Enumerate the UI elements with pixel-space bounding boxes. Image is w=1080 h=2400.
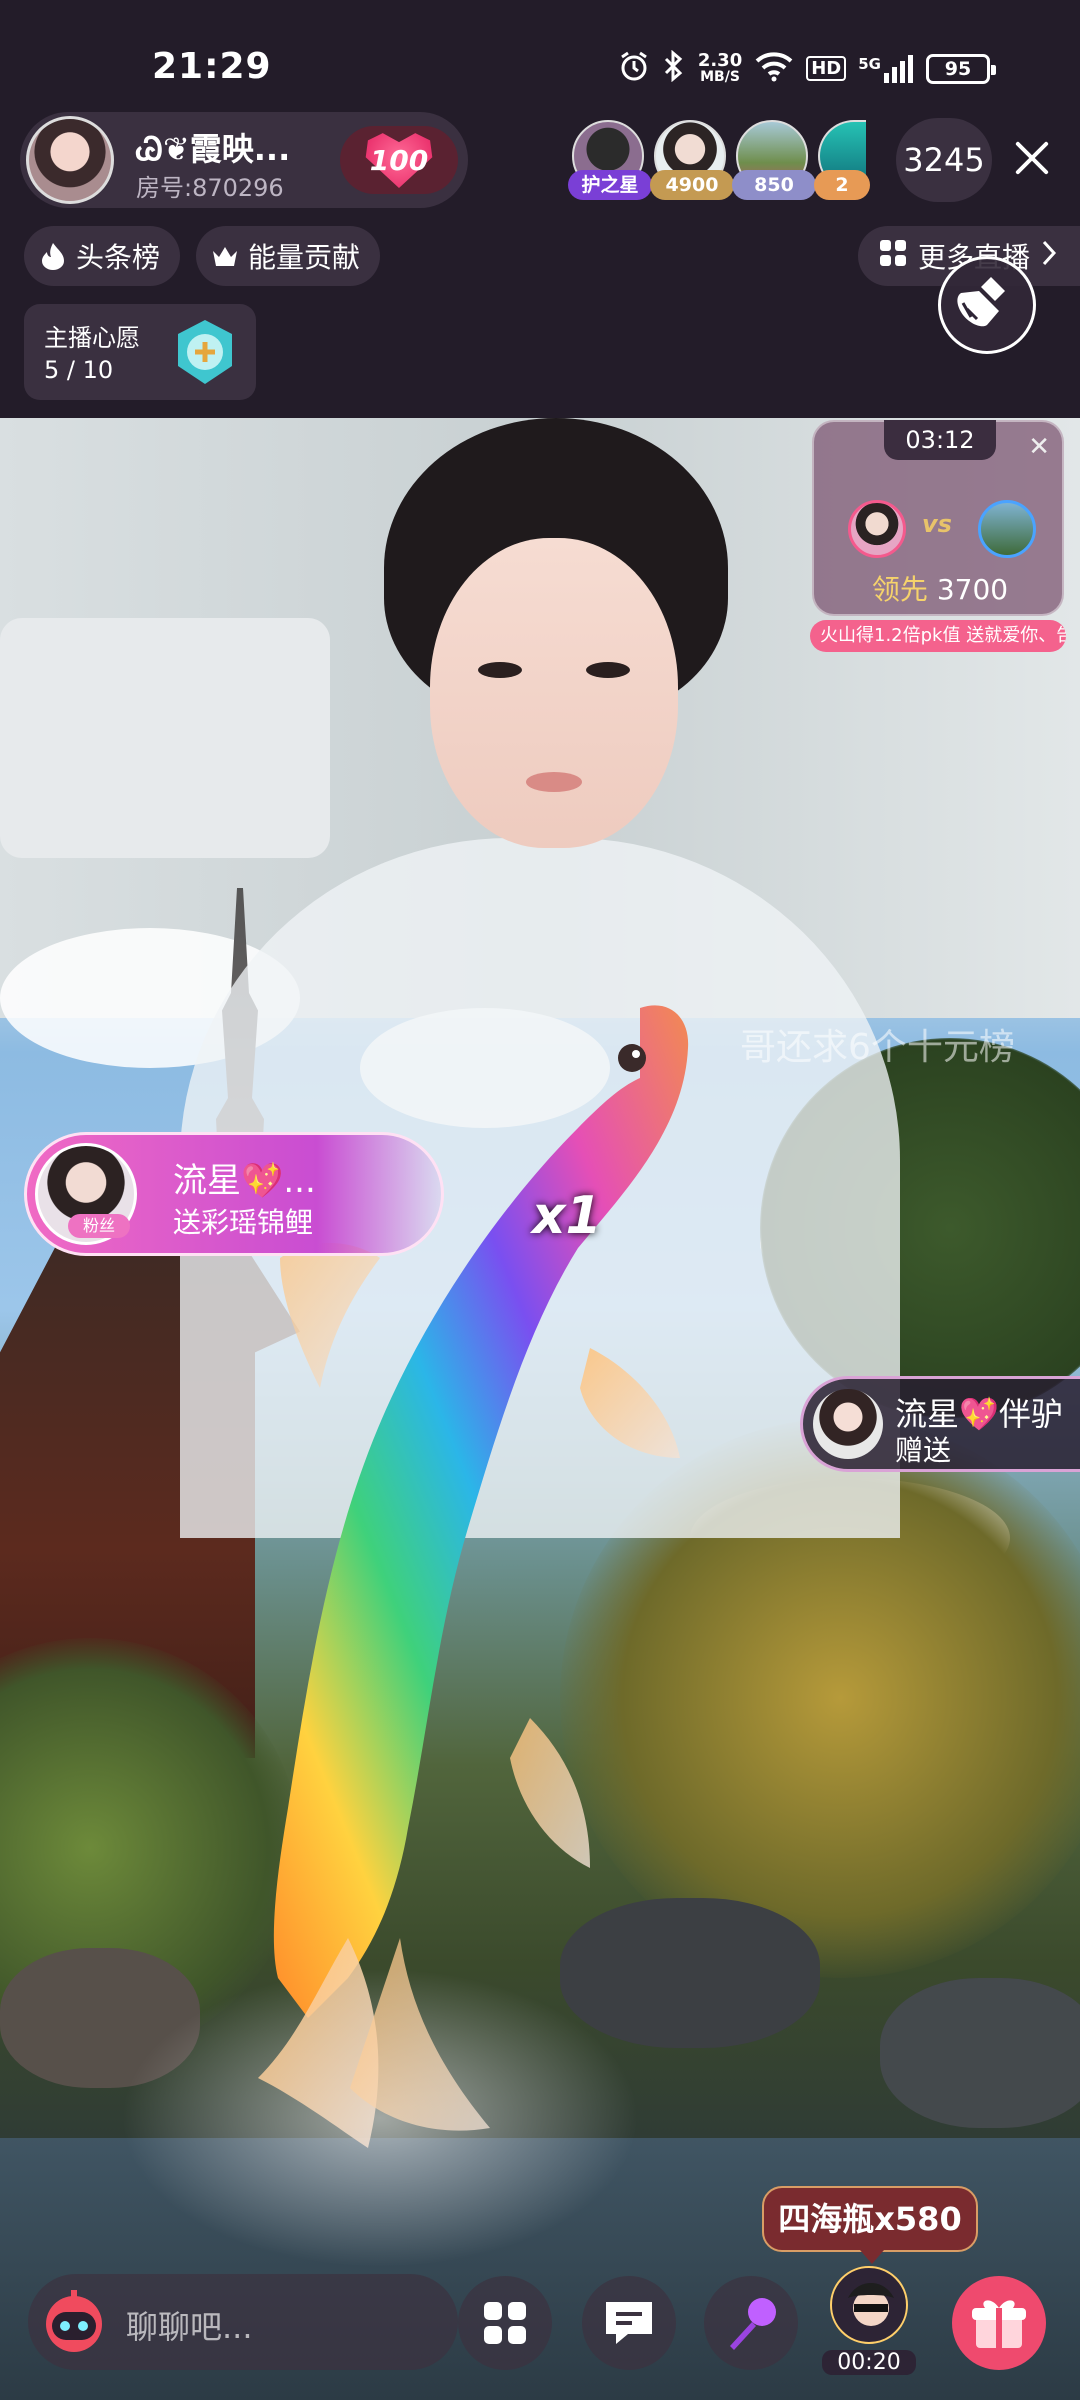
viewer-tag: 4900 <box>650 170 734 200</box>
battery-icon: 95 <box>926 53 996 84</box>
gift-notification-entry[interactable]: 流星💖伴驴 赠送 <box>800 1376 1080 1472</box>
chat-input[interactable]: 聊聊吧... <box>28 2274 458 2370</box>
network-speed: 2.30 MB/S <box>697 49 743 86</box>
alarm-icon <box>618 50 650 87</box>
flame-icon <box>38 241 68 271</box>
streamer-face <box>430 538 678 848</box>
online-count[interactable]: 3245 <box>896 118 992 202</box>
follow-heart-button[interactable]: 100 <box>340 126 458 194</box>
streamer-lips <box>526 772 582 792</box>
gift-notification[interactable]: 粉丝 流星💖... 送彩瑶锦鲤 <box>24 1132 444 1256</box>
gift-hint-bubble[interactable]: 四海瓶x580 <box>762 2186 978 2264</box>
wish-progress: 5 / 10 <box>44 356 114 384</box>
energy-contribution-label: 能量贡献 <box>248 241 361 274</box>
gift-description: 送彩瑶锦鲤 <box>173 1206 314 1239</box>
treasure-avatar <box>830 2266 908 2344</box>
streamer-eye <box>586 662 630 678</box>
message-icon <box>606 2302 652 2344</box>
sofa <box>0 618 330 858</box>
headline-rank-label: 头条榜 <box>76 241 161 274</box>
crown-icon <box>210 241 240 271</box>
clean-screen-button[interactable] <box>938 256 1036 354</box>
pk-vs-label: vs <box>922 510 952 538</box>
headline-rank-button[interactable]: 头条榜 <box>24 226 181 286</box>
pk-lead-value: 3700 <box>936 573 1009 606</box>
status-time: 21:29 <box>152 46 272 87</box>
wifi-icon <box>754 50 794 87</box>
apps-button[interactable] <box>458 2276 552 2370</box>
live-stream-screen: 21:29 2.30 MB/S HD 5G 95 Ꮚ❦霞映... 房号:8702… <box>0 0 1080 2400</box>
gift-box-icon <box>972 2300 1026 2348</box>
message-button[interactable] <box>582 2276 676 2370</box>
status-bar: 21:29 2.30 MB/S HD 5G 95 <box>0 0 1080 110</box>
network-type: 5G <box>858 54 881 73</box>
host-name: Ꮚ❦霞映... <box>136 130 291 168</box>
viewer-avatar[interactable]: 850 <box>732 120 816 200</box>
pk-battle-panel[interactable]: 03:12 ✕ vs 领先 3700 <box>812 420 1064 616</box>
battery-level: 95 <box>944 57 972 80</box>
pk-info-strip: 火山得1.2倍pk值 送就爱你、告 <box>810 620 1066 652</box>
grid-icon <box>878 238 908 275</box>
viewer-tag: 850 <box>732 170 816 200</box>
host-info[interactable]: Ꮚ❦霞映... 房号:870296 100 <box>20 112 468 208</box>
viewer-avatar[interactable]: 2 <box>814 120 870 200</box>
signal-icon: 5G <box>858 54 914 83</box>
gift-sender-name: 流星💖... <box>173 1161 316 1201</box>
viewer-avatar[interactable]: 护之星 <box>568 120 652 200</box>
gift-sender-avatar[interactable]: 粉丝 <box>35 1143 137 1245</box>
streamer-eye <box>478 662 522 678</box>
fan-badge: 粉丝 <box>68 1214 130 1238</box>
viewer-tag: 护之星 <box>568 170 652 200</box>
pk-opponent-avatar[interactable] <box>978 500 1036 558</box>
wish-add-icon[interactable] <box>174 318 236 386</box>
rock <box>880 1978 1080 2128</box>
gift-description: 赠送 <box>895 1434 952 1467</box>
treasure-timer-text: 00:20 <box>822 2350 916 2375</box>
pk-close-icon[interactable]: ✕ <box>1028 432 1050 462</box>
energy-contribution-button[interactable]: 能量贡献 <box>196 226 381 286</box>
status-icons: 2.30 MB/S HD 5G 95 <box>618 49 996 87</box>
viewer-avatar[interactable]: 4900 <box>650 120 734 200</box>
gift-combo-count: x1 <box>532 1186 602 1246</box>
close-icon[interactable] <box>1012 138 1052 178</box>
pk-lead: 领先 3700 <box>814 568 1066 608</box>
gift-sender-avatar[interactable] <box>813 1389 883 1459</box>
hd-icon: HD <box>806 56 847 81</box>
network-speed-value: 2.30 <box>697 49 743 71</box>
network-speed-unit: MB/S <box>700 68 740 85</box>
apps-grid-icon <box>484 2302 526 2344</box>
sing-button[interactable] <box>704 2276 798 2370</box>
pk-host-avatar[interactable] <box>848 500 906 558</box>
treasure-timer[interactable]: 00:20 <box>822 2266 916 2376</box>
gift-button[interactable] <box>952 2276 1046 2370</box>
chat-placeholder: 聊聊吧... <box>126 2308 253 2346</box>
viewer-tag: 2 <box>814 170 870 200</box>
scrolling-banner: 哥还求6个十元榜 <box>740 1027 1015 1068</box>
pk-lead-label: 领先 <box>871 573 928 606</box>
rainbow-koi-gift-animation <box>258 1005 689 2148</box>
robot-icon <box>38 2286 110 2358</box>
top-viewers: 护之星 4900 850 2 <box>568 120 892 204</box>
pk-timer: 03:12 <box>884 420 996 460</box>
broom-icon <box>957 277 1005 327</box>
chevron-right-icon <box>1040 238 1058 275</box>
bottom-toolbar: 聊聊吧... 00:20 <box>0 2260 1080 2400</box>
microphone-icon <box>730 2298 776 2350</box>
wish-title: 主播心愿 <box>44 324 140 352</box>
bluetooth-icon <box>662 49 686 87</box>
host-wish-card[interactable]: 主播心愿 5 / 10 <box>24 304 256 400</box>
room-number: 房号:870296 <box>136 174 284 202</box>
heart-level: 100 <box>369 144 429 177</box>
host-avatar[interactable] <box>26 116 114 204</box>
